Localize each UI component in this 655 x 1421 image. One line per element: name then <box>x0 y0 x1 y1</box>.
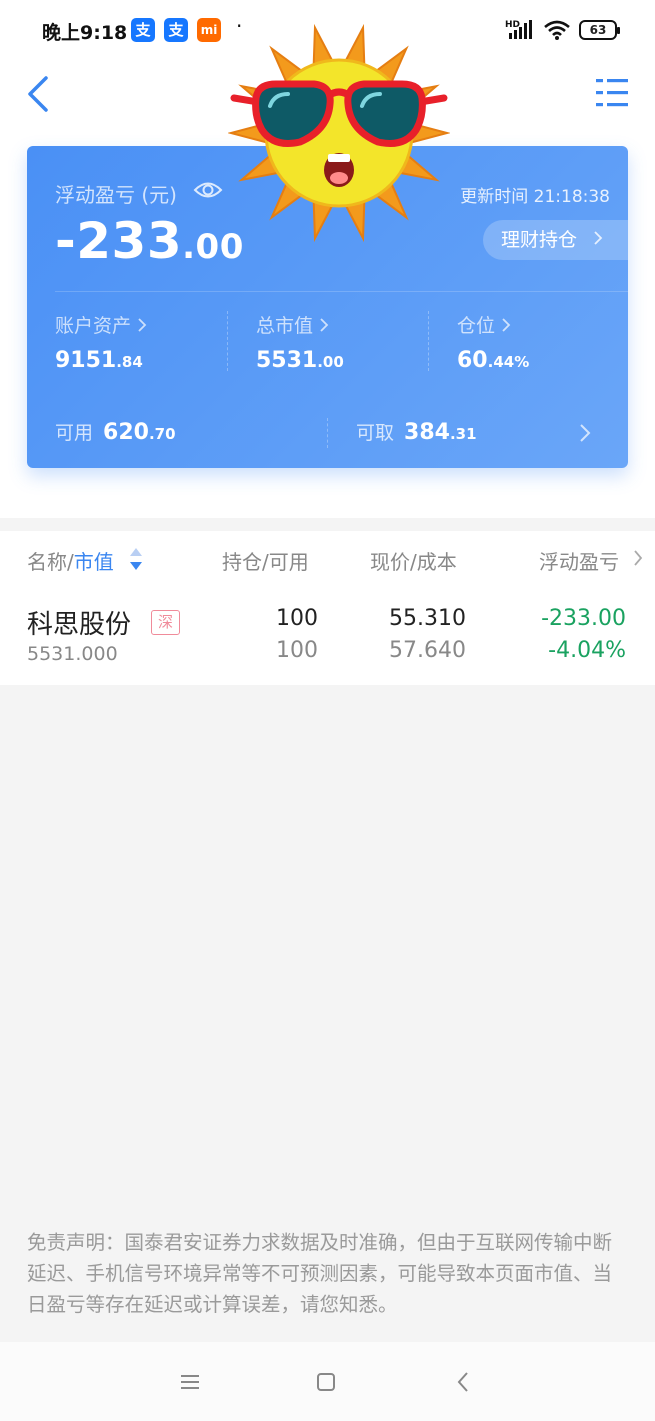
holdings-table: 名称/市值 持仓/可用 现价/成本 浮动盈亏 科思股份 深 5531.000 1… <box>0 531 655 685</box>
alipay-icon: 支 <box>131 18 155 42</box>
chevron-right-icon[interactable] <box>632 548 644 568</box>
alipay-icon: 支 <box>164 18 188 42</box>
withdrawable-dec: .31 <box>449 425 477 443</box>
disclaimer: 免责声明：国泰君安证券力求数据及时准确，但由于互联网传输中断延迟、手机信号环境异… <box>27 1231 613 1316</box>
status-time: 晚上9:18 <box>42 22 128 44</box>
menu-icon[interactable] <box>177 1369 203 1395</box>
wealth-holdings-label: 理财持仓 <box>501 229 578 251</box>
back-icon[interactable] <box>451 1369 477 1395</box>
cost-price: 57.640 <box>389 638 466 663</box>
update-time: 更新时间 21:18:38 <box>460 187 610 207</box>
stat-label: 仓位 <box>457 315 496 337</box>
stat-total-market-value[interactable]: 总市值 5531.00 <box>256 311 344 373</box>
chevron-left-icon <box>28 76 48 112</box>
pnl-integer: -233 <box>55 212 183 270</box>
wealth-holdings-button[interactable]: 理财持仓 <box>483 220 628 260</box>
card-divider <box>55 291 628 292</box>
stat-separator <box>428 311 429 371</box>
chevron-right-icon <box>594 231 603 245</box>
chevron-right-icon <box>502 317 511 332</box>
header-price-cost: 现价/成本 <box>370 550 457 574</box>
stat-value-dec: .84 <box>116 353 143 371</box>
floating-pnl-label: 浮动盈亏 (元) <box>55 183 177 207</box>
status-indicators: HD 63 <box>505 18 620 42</box>
chevron-right-icon[interactable] <box>577 422 593 444</box>
floating-pnl-percent: -4.04% <box>548 638 626 663</box>
header-floating-pnl: 浮动盈亏 <box>539 550 619 574</box>
available-label: 可用 <box>55 422 94 444</box>
chevron-right-icon <box>320 317 329 332</box>
header-name: 名称/ <box>27 550 74 574</box>
header-name-sort[interactable]: 名称/市值 <box>27 546 114 575</box>
stat-value-dec: .00 <box>317 353 344 371</box>
sort-icon[interactable] <box>128 545 144 573</box>
stat-value-int: 9151 <box>55 348 117 373</box>
stat-value-int: 60 <box>457 348 488 373</box>
list-menu-icon <box>596 79 628 107</box>
stock-name: 科思股份 <box>27 610 132 640</box>
battery-icon: 63 <box>579 20 620 40</box>
mi-icon: mi <box>197 18 221 42</box>
stat-label: 账户资产 <box>55 315 132 337</box>
market-tag: 深 <box>151 610 180 635</box>
floating-pnl-amount: -233.00 <box>541 606 626 631</box>
eye-icon[interactable] <box>193 178 223 202</box>
stock-market-value: 5531.000 <box>27 643 118 665</box>
stat-account-assets[interactable]: 账户资产 9151.84 <box>55 311 147 373</box>
withdrawable-funds: 可取 384.31 <box>356 418 477 445</box>
chevron-right-icon <box>138 317 147 332</box>
header-market-value: 市值 <box>73 550 114 574</box>
header-position: 持仓/可用 <box>222 550 309 574</box>
holding-qty: 100 <box>276 606 318 631</box>
stat-value-int: 5531 <box>256 348 318 373</box>
available-int: 620 <box>103 420 149 445</box>
stat-position-ratio[interactable]: 仓位 60.44% <box>457 311 529 373</box>
current-price: 55.310 <box>389 606 466 631</box>
list-menu-button[interactable] <box>592 74 632 114</box>
home-square-icon[interactable] <box>313 1369 339 1395</box>
floating-pnl-value: -233.00 <box>55 212 244 270</box>
withdrawable-int: 384 <box>404 420 450 445</box>
available-dec: .70 <box>148 425 176 443</box>
withdrawable-label: 可取 <box>356 422 395 444</box>
sun-with-sunglasses-sticker <box>228 23 450 243</box>
bottom-separator <box>327 418 328 448</box>
hd-label: HD <box>505 20 520 30</box>
back-button[interactable] <box>22 72 62 116</box>
stat-separator <box>227 311 228 371</box>
stat-label: 总市值 <box>256 315 314 337</box>
signal-icon: HD <box>505 20 532 39</box>
wifi-icon <box>544 20 570 40</box>
system-nav-bar <box>0 1342 655 1421</box>
available-funds: 可用 620.70 <box>55 418 176 445</box>
available-qty: 100 <box>276 638 318 663</box>
stat-value-dec: .44% <box>487 353 530 371</box>
